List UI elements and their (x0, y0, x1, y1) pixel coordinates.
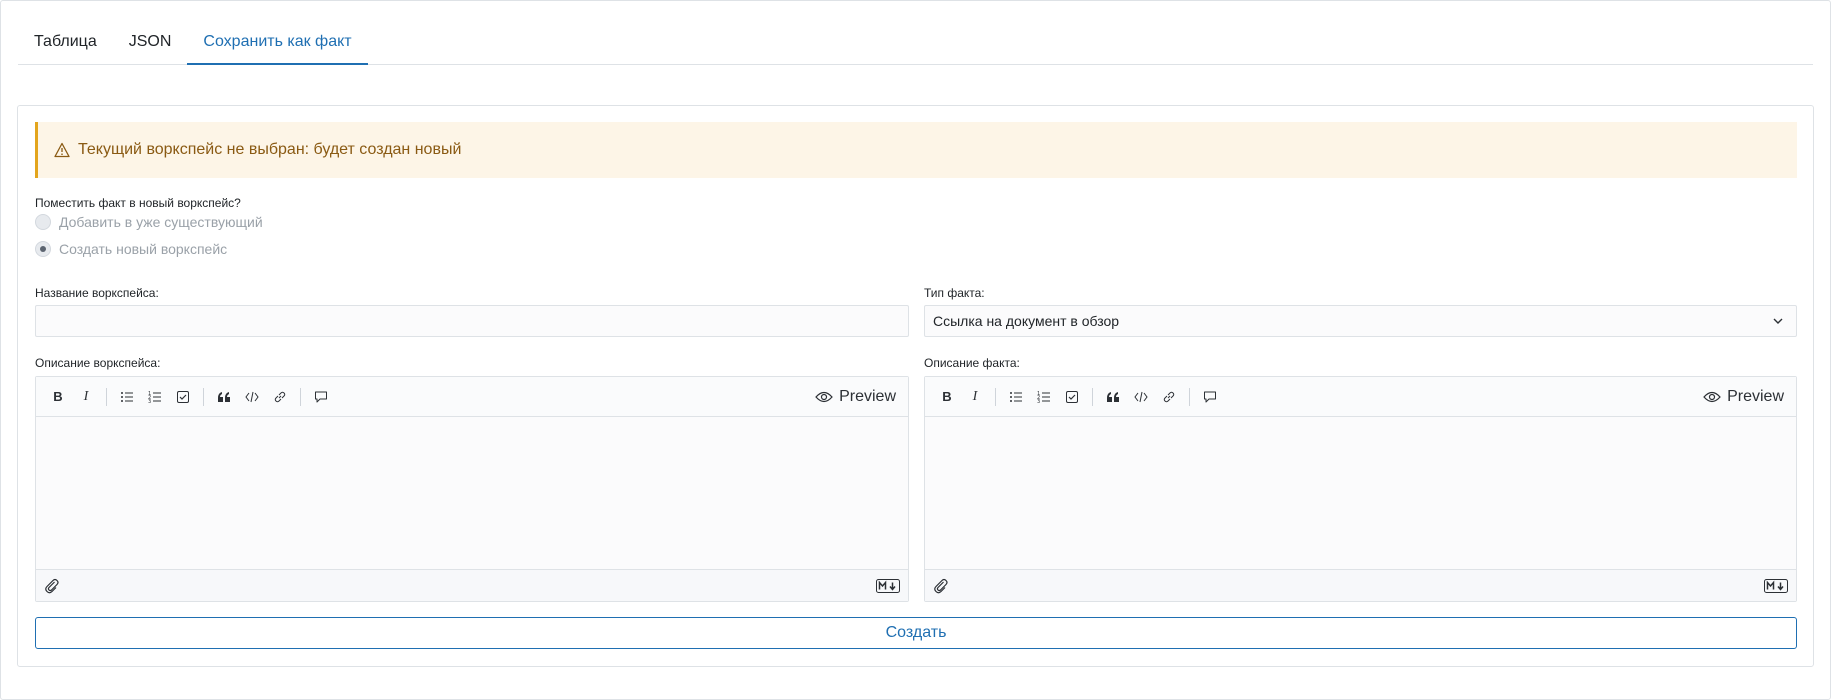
tab-bar: Таблица JSON Сохранить как факт (18, 22, 1813, 65)
warning-icon (54, 142, 70, 158)
toolbar-divider (106, 387, 107, 406)
comment-button[interactable] (1196, 383, 1224, 411)
bold-button[interactable]: B (44, 383, 72, 411)
bullet-list-icon (121, 391, 133, 402)
task-list-button[interactable] (1058, 383, 1086, 411)
editor-footer (36, 569, 908, 601)
editor-footer (925, 569, 1796, 601)
checkbox-icon (177, 390, 189, 403)
code-button[interactable] (238, 383, 266, 411)
toolbar-divider (1092, 387, 1093, 406)
eye-icon (815, 391, 833, 403)
link-button[interactable] (1155, 383, 1183, 411)
numbered-list-icon: 123 (1037, 391, 1050, 404)
radio-create-new-circle[interactable] (35, 241, 51, 257)
chevron-down-icon (1773, 318, 1783, 324)
workspace-description-editor: B I 123 Preview (35, 376, 909, 602)
code-icon (245, 391, 259, 402)
code-button[interactable] (1127, 383, 1155, 411)
workspace-question-label: Поместить факт в новый воркспейс? (35, 196, 241, 210)
numbered-list-icon: 123 (148, 391, 161, 404)
save-fact-card: Текущий воркспейс не выбран: будет созда… (17, 105, 1814, 667)
radio-create-new-row[interactable]: Создать новый воркспейс (35, 241, 227, 257)
editor-toolbar: B I 123 Preview (36, 377, 908, 417)
create-button[interactable]: Создать (35, 617, 1797, 649)
markdown-icon (1764, 578, 1788, 593)
comment-icon (1204, 391, 1216, 402)
fact-description-textarea[interactable] (925, 417, 1796, 569)
fact-description-editor: B I 123 Preview (924, 376, 1797, 602)
link-icon (274, 391, 286, 402)
numbered-list-button[interactable]: 123 (1030, 383, 1058, 411)
italic-button[interactable]: I (961, 383, 989, 411)
svg-text:3: 3 (1037, 399, 1040, 404)
workspace-description-textarea[interactable] (36, 417, 908, 569)
paperclip-icon[interactable] (44, 578, 60, 594)
radio-create-new-label: Создать новый воркспейс (59, 241, 228, 257)
toolbar-divider (300, 387, 301, 406)
warning-alert: Текущий воркспейс не выбран: будет созда… (35, 122, 1797, 178)
preview-toggle[interactable]: Preview (815, 377, 896, 417)
toolbar-divider (995, 387, 996, 406)
quote-icon (218, 391, 230, 402)
bullet-list-icon (1010, 391, 1022, 402)
toolbar-divider (203, 387, 204, 406)
code-icon (1134, 391, 1148, 402)
preview-toggle[interactable]: Preview (1703, 377, 1784, 417)
radio-add-existing-label: Добавить в уже существующий (59, 214, 263, 230)
radio-add-existing-circle[interactable] (35, 214, 51, 230)
task-list-button[interactable] (169, 383, 197, 411)
bullet-list-button[interactable] (1002, 383, 1030, 411)
preview-label: Preview (839, 388, 896, 405)
tab-json[interactable]: JSON (113, 22, 188, 65)
radio-add-existing-row[interactable]: Добавить в уже существующий (35, 214, 263, 230)
bold-button[interactable]: B (933, 383, 961, 411)
fact-type-value: Ссылка на документ в обзор (933, 313, 1120, 329)
fact-type-label: Тип факта: (924, 286, 985, 300)
workspace-name-label: Название воркспейса: (35, 286, 159, 300)
workspace-description-label: Описание воркспейса: (35, 356, 161, 370)
fact-description-label: Описание факта: (924, 356, 1020, 370)
tab-save-as-fact[interactable]: Сохранить как факт (187, 22, 368, 65)
quote-icon (1107, 391, 1119, 402)
workspace-name-input[interactable] (35, 305, 909, 337)
alert-text: Текущий воркспейс не выбран: будет созда… (78, 141, 462, 158)
comment-button[interactable] (307, 383, 335, 411)
quote-button[interactable] (1099, 383, 1127, 411)
svg-text:3: 3 (148, 399, 151, 404)
quote-button[interactable] (210, 383, 238, 411)
fact-type-select[interactable]: Ссылка на документ в обзор (924, 305, 1797, 337)
editor-toolbar: B I 123 Preview (925, 377, 1796, 417)
eye-icon (1703, 391, 1721, 403)
italic-button[interactable]: I (72, 383, 100, 411)
toolbar-divider (1189, 387, 1190, 406)
checkbox-icon (1066, 390, 1078, 403)
bullet-list-button[interactable] (113, 383, 141, 411)
link-button[interactable] (266, 383, 294, 411)
link-icon (1163, 391, 1175, 402)
numbered-list-button[interactable]: 123 (141, 383, 169, 411)
tab-table[interactable]: Таблица (18, 22, 113, 65)
preview-label: Preview (1727, 388, 1784, 405)
comment-icon (315, 391, 327, 402)
paperclip-icon[interactable] (933, 578, 949, 594)
markdown-icon (876, 578, 900, 593)
